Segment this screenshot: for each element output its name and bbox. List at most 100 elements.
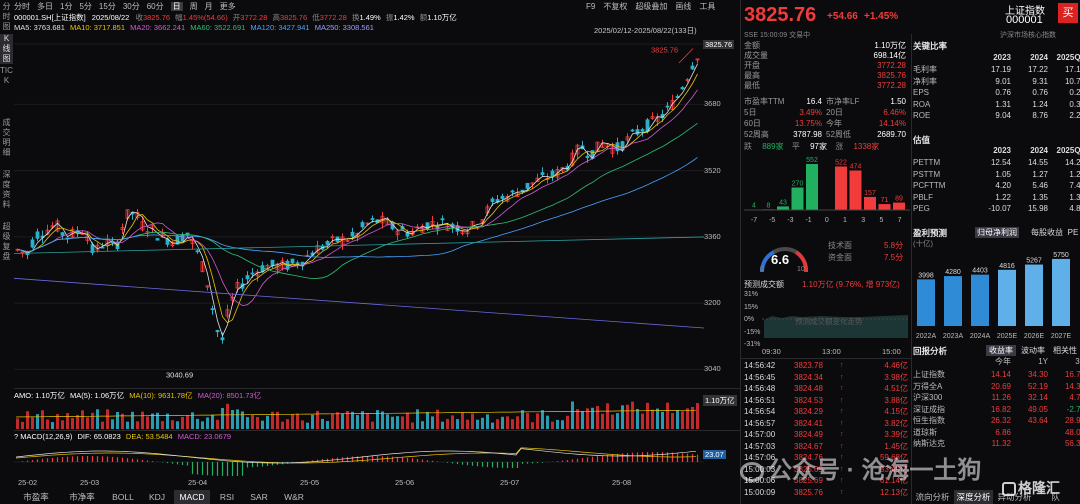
macd-axis-tag: 23.07	[703, 450, 726, 459]
candle	[155, 238, 160, 241]
vertical-tab[interactable]: K线图	[0, 34, 13, 64]
amo-bar	[71, 418, 74, 429]
amo-bar	[266, 415, 269, 429]
indicator-tab[interactable]: KDJ	[142, 490, 172, 504]
stat-label: 成交量	[744, 51, 768, 60]
stat2-cell: 今年	[826, 119, 842, 128]
amo-bar	[681, 411, 684, 429]
candle	[500, 195, 505, 199]
returns-value: 16.72	[1064, 370, 1080, 379]
indicator-tab[interactable]: MACD	[174, 490, 210, 504]
table-row: PBLF 1.22 1.35 1.32	[913, 192, 1080, 203]
row-label: 毛利率	[913, 65, 937, 74]
tick-arrow-icon: ↑	[840, 408, 844, 415]
close-value: 3825.76	[142, 13, 171, 22]
kline-chart[interactable]: 3040.69 3825.76	[14, 34, 704, 386]
gauge-max: 10	[797, 266, 805, 273]
buy-button[interactable]: 买	[1058, 3, 1078, 23]
amo-bar	[496, 419, 499, 429]
tick-amount: 4.51亿	[884, 384, 908, 393]
amo-bar	[201, 421, 204, 429]
fund-label: 资金面	[828, 253, 852, 262]
amo-bar	[241, 411, 244, 429]
tool-button[interactable]: 超级叠加	[635, 2, 667, 11]
profit-tab[interactable]: PE	[1067, 227, 1079, 238]
profit-tab[interactable]: 归母净利润	[975, 227, 1019, 238]
indicator-tab[interactable]: BOLL	[106, 490, 140, 504]
flat-label: 平	[791, 142, 800, 151]
returns-tab[interactable]: 收益率	[986, 345, 1016, 356]
period-tab[interactable]: 5分	[79, 2, 91, 11]
period-tab[interactable]: 分时	[14, 2, 30, 11]
profit-year: 2027E	[1051, 333, 1072, 340]
returns-row: 上证指数 14.14 34.30 16.72	[913, 369, 1080, 380]
tool-toolbar: F9 不复权 超级叠加 画线 工具	[586, 1, 723, 12]
tool-button[interactable]: 工具	[699, 2, 715, 11]
tick-price: 3824.29	[794, 407, 823, 416]
tick-time: 15:00:09	[744, 487, 776, 497]
indicator-tab[interactable]: 市盈率	[14, 490, 58, 504]
profit-year: 2026E	[1024, 333, 1045, 340]
amo-bar	[666, 402, 669, 429]
tool-button[interactable]: 画线	[675, 2, 691, 11]
period-tab[interactable]: 日	[170, 2, 183, 11]
wechat-icon	[740, 461, 764, 482]
amo-bar	[286, 419, 289, 429]
tick-amount: 12.13亿	[879, 487, 908, 497]
vertical-tab[interactable]: 深度资料	[0, 170, 13, 220]
amo-bar	[376, 410, 379, 429]
indicator-tab[interactable]: RSI	[212, 490, 242, 504]
amo-bar	[231, 409, 234, 429]
tool-button[interactable]: F9	[586, 2, 595, 11]
period-tab[interactable]: 月	[205, 2, 213, 11]
returns-value: 16.82	[990, 404, 1011, 414]
profit-value: 5750	[1053, 252, 1069, 259]
row-value: 17.22	[1027, 65, 1048, 74]
row-value: 17.17	[1064, 65, 1080, 74]
period-tab[interactable]: 周	[190, 2, 198, 11]
security-code: 000001.SH[上证指数]	[14, 13, 86, 22]
stat2-cell: 20日	[826, 108, 843, 117]
vertical-tab[interactable]: 成交明细	[0, 118, 13, 168]
ma-line	[17, 122, 698, 280]
row-label: PCFTTM	[913, 181, 946, 190]
returns-tab[interactable]: 相关性	[1050, 345, 1080, 356]
amo-chart[interactable]	[14, 399, 704, 429]
tick-price: 3824.49	[794, 430, 823, 439]
amo-bar	[416, 409, 419, 429]
high-price-label: 3825.76	[651, 45, 678, 54]
vertical-tab[interactable]: 分时图	[0, 2, 13, 32]
period-tab[interactable]: 更多	[220, 2, 236, 11]
tool-button[interactable]: 不复权	[603, 2, 627, 11]
dist-value: 4	[752, 203, 756, 210]
indicator-tab[interactable]: SAR	[244, 490, 274, 504]
amo-bar	[581, 411, 584, 429]
indicator-tab[interactable]: W&R	[276, 490, 312, 504]
period-tab[interactable]: 30分	[123, 2, 140, 11]
amo-bar	[631, 401, 634, 429]
period-tab[interactable]: 60分	[147, 2, 164, 11]
row-value: 9.04	[995, 111, 1011, 120]
row-label: 净利率	[913, 76, 937, 86]
high-arrow	[678, 48, 694, 64]
profit-year: 2024A	[970, 333, 991, 340]
tick-price: 3824.48	[794, 384, 823, 393]
period-tab[interactable]: 多日	[37, 2, 53, 11]
amo-bar	[521, 410, 524, 429]
row-value: 4.20	[995, 181, 1011, 190]
table-row: ROE 9.04 8.76 2.28	[913, 110, 1080, 121]
macd-chart[interactable]	[14, 440, 704, 476]
open-value: 3772.28	[240, 13, 268, 22]
period-tab[interactable]: 15分	[99, 2, 116, 11]
ma-line	[17, 89, 698, 307]
period-tab[interactable]: 1分	[60, 2, 72, 11]
returns-tab[interactable]: 波动率	[1018, 345, 1048, 356]
vertical-tab[interactable]: 超级复盘	[0, 222, 13, 272]
profit-tab[interactable]: 每股收益	[1030, 227, 1064, 238]
amount-value: 1.10万亿	[427, 13, 457, 22]
vertical-tab[interactable]: TICK	[0, 66, 13, 116]
analysis-tab[interactable]: 深度分析	[954, 490, 993, 504]
amo-bar	[566, 415, 569, 429]
indicator-tab[interactable]: 市净率	[60, 490, 104, 504]
analysis-tab[interactable]: 流向分析	[913, 490, 952, 504]
